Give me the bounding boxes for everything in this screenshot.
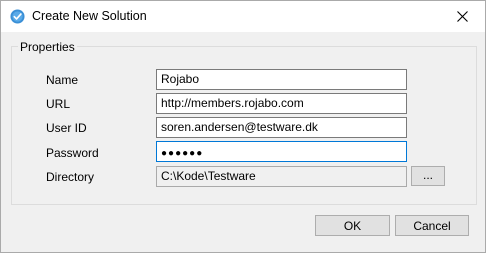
user-id-field[interactable]: soren.andersen@testware.dk [156, 117, 407, 138]
name-field[interactable]: Rojabo [156, 69, 407, 90]
create-new-solution-dialog: Create New Solution Properties Name Roja… [0, 0, 486, 253]
title-bar: Create New Solution [1, 1, 485, 32]
ok-button[interactable]: OK [315, 215, 390, 236]
close-icon [456, 11, 468, 22]
close-button[interactable] [439, 1, 485, 32]
password-label: Password [46, 146, 99, 160]
directory-field[interactable]: C:\Kode\Testware [156, 166, 407, 187]
check-badge-icon [10, 9, 25, 24]
user-id-label: User ID [46, 121, 87, 135]
url-field[interactable]: http://members.rojabo.com [156, 93, 407, 114]
window-title: Create New Solution [32, 9, 147, 23]
password-mask: ●●●●●● [161, 148, 204, 159]
directory-label: Directory [46, 170, 95, 184]
password-field[interactable]: ●●●●●● [156, 141, 407, 162]
cancel-button[interactable]: Cancel [395, 215, 469, 236]
url-label: URL [46, 97, 71, 111]
name-label: Name [46, 73, 79, 87]
properties-legend: Properties [18, 40, 77, 54]
browse-button[interactable]: ... [411, 166, 445, 186]
